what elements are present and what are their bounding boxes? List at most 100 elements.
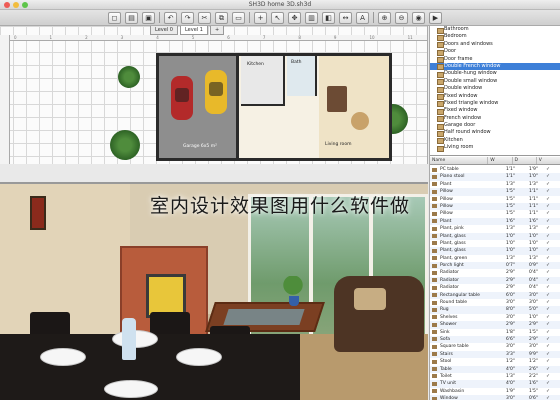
- furniture-row[interactable]: Shelves 3'0" 1'0" ✓: [430, 314, 560, 321]
- create-rooms-icon[interactable]: ◧: [322, 11, 335, 24]
- furniture-row[interactable]: Square table 3'0" 3'0" ✓: [430, 343, 560, 350]
- catalog-item[interactable]: Fixed window: [430, 107, 560, 116]
- furniture-row[interactable]: Plant, pink 1'3" 1'3" ✓: [430, 225, 560, 232]
- catalog-item[interactable]: Kitchen: [430, 137, 560, 145]
- furniture-cell-w: 1'0": [505, 248, 515, 254]
- select-icon[interactable]: ↖: [271, 11, 284, 24]
- furniture-row[interactable]: Plant, glass 1'0" 1'0" ✓: [430, 232, 560, 240]
- catalog-item[interactable]: Bathroom: [430, 26, 560, 34]
- furniture-row[interactable]: Sink 1'8" 1'5" ✓: [430, 329, 560, 336]
- furniture-row[interactable]: Toilet 1'3" 2'2" ✓: [430, 373, 560, 380]
- plan-sofa-icon[interactable]: [327, 86, 347, 112]
- furniture-row[interactable]: Rug 8'0" 5'0" ✓: [430, 306, 560, 314]
- furniture-list-header[interactable]: Name W D V: [430, 157, 560, 165]
- redo-icon[interactable]: ↷: [181, 11, 194, 24]
- cut-icon[interactable]: ✂: [198, 11, 211, 24]
- column-header[interactable]: D: [513, 157, 537, 164]
- catalog-item[interactable]: Fixed window: [430, 93, 560, 101]
- plan-view[interactable]: 0 1 2 3 4 5 6 7 8 9 10 11 Level 0 Level 1 + Garage 6x…: [0, 26, 428, 164]
- vertical-ruler: [0, 35, 10, 164]
- zoom-out-icon[interactable]: ⊖: [395, 11, 408, 24]
- level-tab[interactable]: Level 1: [179, 26, 208, 35]
- furniture-cell-w: 1'2": [505, 359, 515, 365]
- kitchen-room[interactable]: Kitchen: [241, 56, 285, 106]
- catalog-item[interactable]: French window: [430, 115, 560, 123]
- furniture-row[interactable]: PC table 1'1" 1'9" ✓: [430, 166, 560, 173]
- garage-room[interactable]: Garage 6x5 m²: [159, 56, 239, 158]
- catalog-item[interactable]: Half round window: [430, 129, 560, 138]
- furniture-cell-d: 5'0": [528, 307, 538, 313]
- plan-table-icon[interactable]: [351, 112, 369, 130]
- furniture-row[interactable]: Stool 1'2" 1'2" ✓: [430, 358, 560, 365]
- level-tab[interactable]: +: [209, 26, 225, 35]
- level-tab[interactable]: Level 0: [150, 26, 178, 35]
- plan-tree-icon[interactable]: [110, 130, 140, 160]
- column-header[interactable]: Name: [430, 157, 489, 164]
- furniture-row[interactable]: Washbasin 1'9" 1'5" ✓: [430, 388, 560, 395]
- column-header[interactable]: W: [488, 157, 513, 164]
- pan-icon[interactable]: ✥: [288, 11, 301, 24]
- catalog-item[interactable]: Fixed triangle window: [430, 100, 560, 108]
- furniture-row[interactable]: Shower 2'9" 2'9" ✓: [430, 321, 560, 329]
- copy-icon[interactable]: ⧉: [215, 11, 228, 24]
- create-dimensions-icon[interactable]: ↔: [339, 11, 352, 24]
- furniture-cell-v: ✓: [546, 226, 550, 232]
- red-car-icon[interactable]: [171, 76, 193, 120]
- furniture-cell-name: Plant, glass: [430, 247, 492, 254]
- furniture-row[interactable]: Table 4'0" 2'6" ✓: [430, 365, 560, 373]
- furniture-row[interactable]: Radiator 2'9" 0'4" ✓: [430, 276, 560, 285]
- open-icon[interactable]: ▤: [125, 11, 138, 24]
- zoom-window-button[interactable]: [22, 2, 28, 8]
- column-header[interactable]: V: [537, 157, 560, 164]
- ruler-mark: 11: [407, 35, 413, 40]
- catalog-item[interactable]: Double French window: [430, 62, 560, 71]
- furniture-row[interactable]: TV unit 4'0" 1'6" ✓: [430, 380, 560, 388]
- furniture-row[interactable]: Window 3'0" 0'6" ✓: [430, 395, 560, 400]
- furniture-cell-w: 3'3": [505, 351, 515, 357]
- undo-icon[interactable]: ↶: [164, 11, 177, 24]
- catalog-item[interactable]: Door: [430, 48, 560, 57]
- catalog-item[interactable]: Double window: [430, 85, 560, 94]
- furniture-cell-v: ✓: [546, 344, 550, 350]
- furniture-cell-name: Stairs: [430, 351, 492, 358]
- paste-icon[interactable]: ▭: [232, 11, 245, 24]
- furniture-row[interactable]: Round table 3'0" 3'0" ✓: [430, 299, 560, 306]
- new-home-icon[interactable]: ◻: [108, 11, 121, 24]
- furniture-cell-w: 1'1": [505, 174, 515, 180]
- furniture-row[interactable]: Radiator 2'9" 0'4" ✓: [430, 284, 560, 291]
- catalog-item[interactable]: Double-hung window: [430, 70, 560, 79]
- coffee-table-glass: [223, 309, 305, 325]
- furniture-row[interactable]: Radiator 2'9" 0'4" ✓: [430, 269, 560, 276]
- zoom-in-icon[interactable]: ⊕: [378, 11, 391, 24]
- furniture-cell-v: ✓: [546, 388, 550, 394]
- furniture-row[interactable]: Rectangular table 6'0" 3'0" ✓: [430, 291, 560, 300]
- furniture-row[interactable]: Plant, glass 1'0" 1'0" ✓: [430, 247, 560, 255]
- catalog-item[interactable]: Door frame: [430, 56, 560, 64]
- save-icon[interactable]: ▣: [142, 11, 155, 24]
- create-walls-icon[interactable]: ▥: [305, 11, 318, 24]
- furniture-cell-d: 0'4": [528, 270, 538, 276]
- plan-plant-icon[interactable]: [118, 66, 140, 88]
- add-furniture-icon[interactable]: +: [254, 11, 267, 24]
- furniture-row[interactable]: Plant, green 1'3" 1'3" ✓: [430, 255, 560, 262]
- furniture-row[interactable]: Stairs 3'3" 9'9" ✓: [430, 350, 560, 359]
- close-window-button[interactable]: [4, 2, 10, 8]
- ruler-mark: 0: [14, 35, 17, 40]
- catalog-item[interactable]: Double small window: [430, 78, 560, 86]
- furniture-row[interactable]: Sofa 6'6" 2'9" ✓: [430, 335, 560, 344]
- add-text-icon[interactable]: A: [356, 11, 369, 24]
- house-walls[interactable]: Garage 6x5 m² Kitchen Bath Living room: [156, 53, 392, 161]
- bath-room[interactable]: Bath: [287, 56, 317, 96]
- yellow-car-icon[interactable]: [205, 70, 227, 114]
- catalog-item[interactable]: Garage door: [430, 122, 560, 130]
- furniture-catalog-tree[interactable]: Bathroom Bedroom Doors and windows Door Door…: [430, 26, 560, 156]
- minimize-window-button[interactable]: [13, 2, 19, 8]
- furniture-row[interactable]: Piano stool 1'1" 1'0" ✓: [430, 173, 560, 181]
- catalog-item[interactable]: Doors and windows: [430, 41, 560, 49]
- catalog-item[interactable]: Bedroom: [430, 33, 560, 42]
- furniture-row[interactable]: Plant, glass 1'0" 1'0" ✓: [430, 240, 560, 247]
- furniture-row[interactable]: Porch light 0'7" 0'9" ✓: [430, 262, 560, 270]
- photo-icon[interactable]: ◉: [412, 11, 425, 24]
- catalog-item[interactable]: Living room: [430, 144, 560, 153]
- video-icon[interactable]: ▶: [429, 11, 442, 24]
